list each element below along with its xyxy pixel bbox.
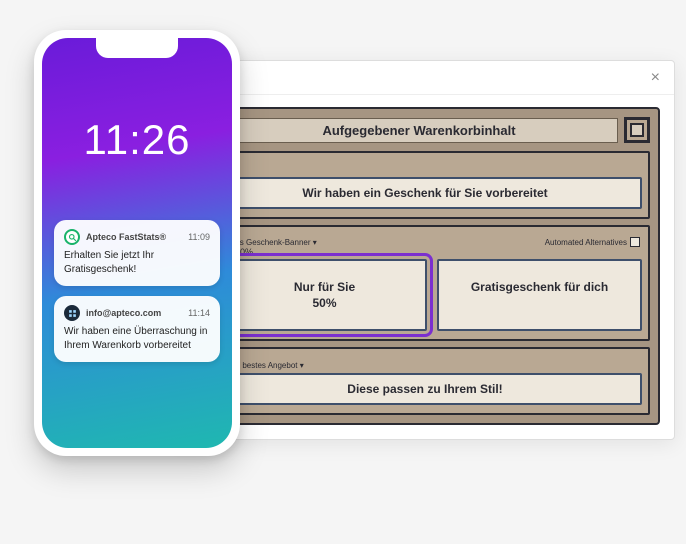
automated-alternatives-label: Automated Alternatives bbox=[545, 238, 627, 247]
phone-notch bbox=[96, 38, 178, 58]
variant-a-line2: 50% bbox=[312, 296, 336, 310]
magnify-icon bbox=[64, 229, 80, 245]
notification-body: Wir haben eine Überraschung in Ihrem War… bbox=[64, 325, 210, 352]
notification-app-name: info@apteco.com bbox=[86, 308, 182, 318]
section-gift-prepared[interactable]: ff ▾ Wir haben ein Geschenk für Sie vorb… bbox=[200, 151, 650, 219]
notification-card[interactable]: Apteco FastStats® 11:09 Erhalten Sie jet… bbox=[54, 220, 220, 286]
editor-window: × Aufgegebener Warenkorbinhalt ff ▾ Wir … bbox=[175, 60, 675, 440]
notification-time: 11:09 bbox=[188, 232, 210, 242]
notification-stack: Apteco FastStats® 11:09 Erhalten Sie jet… bbox=[54, 220, 220, 362]
variant-a-card[interactable]: Nur für Sie 50% bbox=[222, 259, 427, 331]
maximize-icon[interactable] bbox=[624, 117, 650, 143]
variant-a-line1: Nur für Sie bbox=[294, 280, 355, 294]
variant-b-card[interactable]: Gratisgeschenk für dich bbox=[437, 259, 642, 331]
split-percent-tag: 50% bbox=[232, 247, 642, 257]
section-next-best-offer[interactable]: chstes bestes Angebot ▾ Diese passen zu … bbox=[200, 347, 650, 415]
phone-screen: 11:26 Apteco FastStats® 11:09 Erhalten S… bbox=[42, 38, 232, 448]
flow-canvas: Aufgegebener Warenkorbinhalt ff ▾ Wir ha… bbox=[190, 107, 660, 425]
close-icon[interactable]: × bbox=[647, 65, 664, 91]
notification-time: 11:14 bbox=[188, 308, 210, 318]
notification-body: Erhalten Sie jetzt Ihr Gratisgeschenk! bbox=[64, 249, 210, 276]
window-body: Aufgegebener Warenkorbinhalt ff ▾ Wir ha… bbox=[176, 95, 674, 439]
phone-mockup: 11:26 Apteco FastStats® 11:09 Erhalten S… bbox=[34, 30, 240, 456]
banner-gift-prepared[interactable]: Wir haben ein Geschenk für Sie vorbereit… bbox=[208, 177, 642, 209]
section-ab-variants[interactable]: stenloses Geschenk-Banner ▾ Automated Al… bbox=[200, 225, 650, 341]
window-header: × bbox=[176, 61, 674, 95]
grid-icon bbox=[64, 305, 80, 321]
ab-split-row: Nur für Sie 50% Gratisgeschenk für dich bbox=[208, 259, 642, 331]
banner-style-match[interactable]: Diese passen zu Ihrem Stil! bbox=[208, 373, 642, 405]
automated-alternatives-checkbox[interactable] bbox=[630, 237, 640, 247]
lockscreen-clock: 11:26 bbox=[42, 116, 232, 164]
canvas-title: Aufgegebener Warenkorbinhalt bbox=[220, 118, 618, 143]
notification-app-name: Apteco FastStats® bbox=[86, 232, 182, 242]
canvas-title-row: Aufgegebener Warenkorbinhalt bbox=[200, 117, 650, 143]
notification-card[interactable]: info@apteco.com 11:14 Wir haben eine Übe… bbox=[54, 296, 220, 362]
ab-legend-row: stenloses Geschenk-Banner ▾ Automated Al… bbox=[208, 237, 642, 247]
